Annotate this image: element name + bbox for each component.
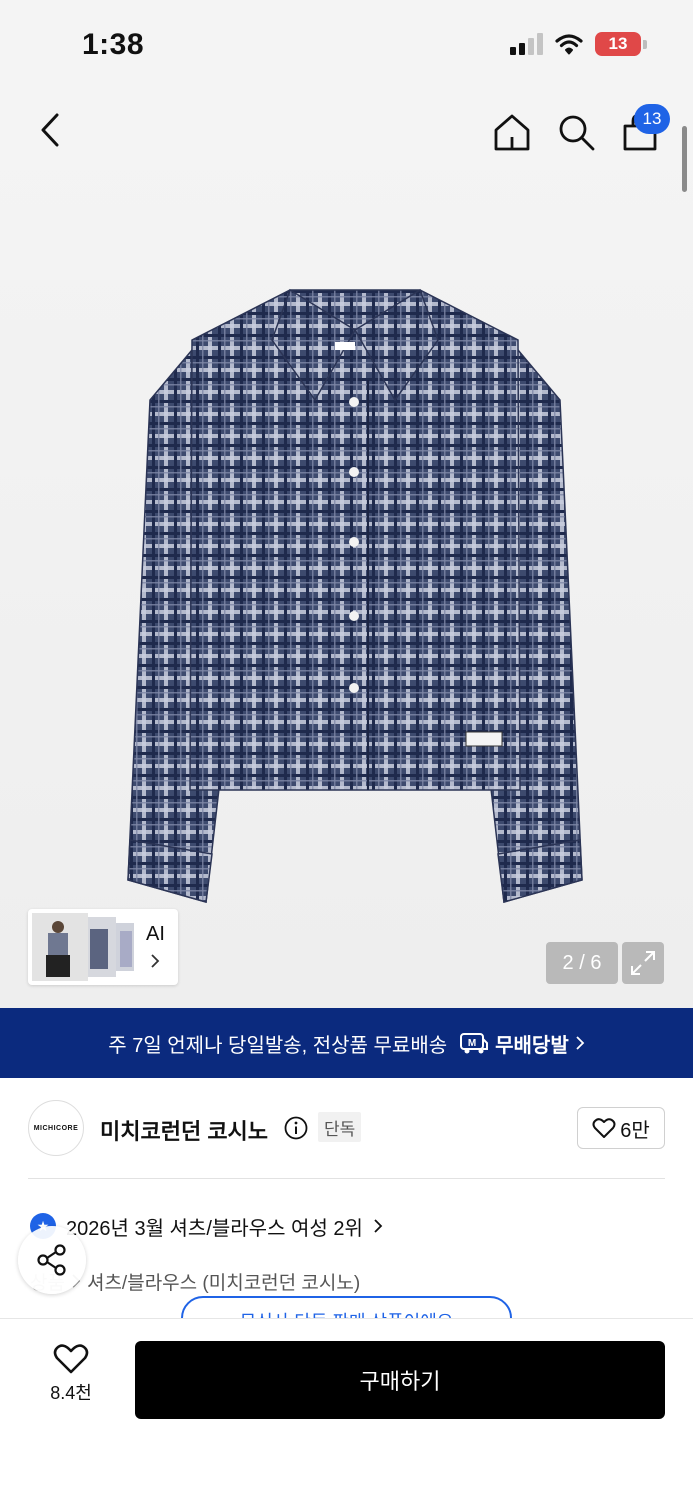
- delivery-truck-icon: M: [460, 1033, 489, 1054]
- back-button[interactable]: [30, 106, 70, 154]
- shop-logo[interactable]: MICHICORE: [28, 1100, 84, 1156]
- wishlist-count: 8.4천: [50, 1383, 92, 1403]
- status-time: 1:38: [82, 28, 145, 61]
- buy-button[interactable]: 구매하기: [135, 1341, 665, 1419]
- home-button[interactable]: [488, 108, 536, 156]
- battery-icon: 13: [595, 32, 641, 56]
- ai-thumbnail-images: [32, 913, 134, 981]
- fullscreen-button[interactable]: [622, 942, 664, 984]
- ranking-link[interactable]: ★ 2026년 3월 셔츠/블라우스 여성 2위: [30, 1210, 383, 1242]
- expand-icon: [631, 951, 655, 975]
- wishlist-button[interactable]: 8.4천: [40, 1343, 102, 1405]
- banner-brand-label: 무배당발: [495, 1034, 569, 1057]
- heart-icon: [592, 1118, 616, 1138]
- exclusive-tag: 단독: [318, 1112, 362, 1142]
- share-button[interactable]: [18, 1226, 86, 1294]
- cellular-signal-icon: [510, 33, 543, 55]
- shop-like-count: 6만: [620, 1119, 650, 1142]
- chevron-right-icon: [374, 1219, 383, 1233]
- product-photo[interactable]: [120, 280, 590, 910]
- search-icon: [559, 115, 595, 151]
- chevron-right-icon: [576, 1036, 585, 1050]
- banner-text: 주 7일 언제나 당일발송, 전상품 무료배송: [108, 1034, 448, 1057]
- chevron-left-icon: [41, 113, 59, 147]
- heart-icon: [53, 1344, 89, 1374]
- wifi-icon: [555, 34, 583, 55]
- shop-info-row: MICHICORE 미치코런던 코시노 단독 6만: [28, 1100, 665, 1158]
- scrollbar[interactable]: [682, 126, 687, 192]
- svg-text:M: M: [468, 1038, 476, 1049]
- share-icon: [37, 1244, 66, 1276]
- home-icon: [494, 114, 530, 151]
- ai-label: AI: [146, 923, 165, 945]
- cart-count-badge: 13: [634, 104, 670, 134]
- ai-styling-thumbnail[interactable]: AI: [28, 909, 178, 985]
- image-counter: 2 / 6: [546, 942, 618, 984]
- divider: [28, 1178, 665, 1179]
- chevron-right-icon: [151, 954, 160, 968]
- info-icon[interactable]: [284, 1116, 308, 1140]
- battery-cap: [643, 39, 647, 49]
- status-bar: 1:38 13: [0, 0, 693, 92]
- category-path: 셔츠/블라우스 (미치코런던 코시노): [86, 1272, 361, 1294]
- shop-logo-text: MICHICORE: [33, 1124, 79, 1132]
- shop-like-button[interactable]: 6만: [577, 1107, 665, 1149]
- free-shipping-banner[interactable]: 주 7일 언제나 당일발송, 전상품 무료배송 M 무배당발: [0, 1008, 693, 1078]
- banner-brand: M 무배당발: [459, 1029, 585, 1058]
- status-icons: 13: [510, 32, 647, 56]
- search-button[interactable]: [552, 108, 600, 156]
- battery-indicator: 13: [595, 32, 647, 56]
- shop-name[interactable]: 미치코런던 코시노: [100, 1114, 268, 1146]
- bottom-action-bar: 8.4천 구매하기: [0, 1318, 693, 1500]
- ranking-text: 2026년 3월 셔츠/블라우스 여성 2위: [66, 1217, 363, 1240]
